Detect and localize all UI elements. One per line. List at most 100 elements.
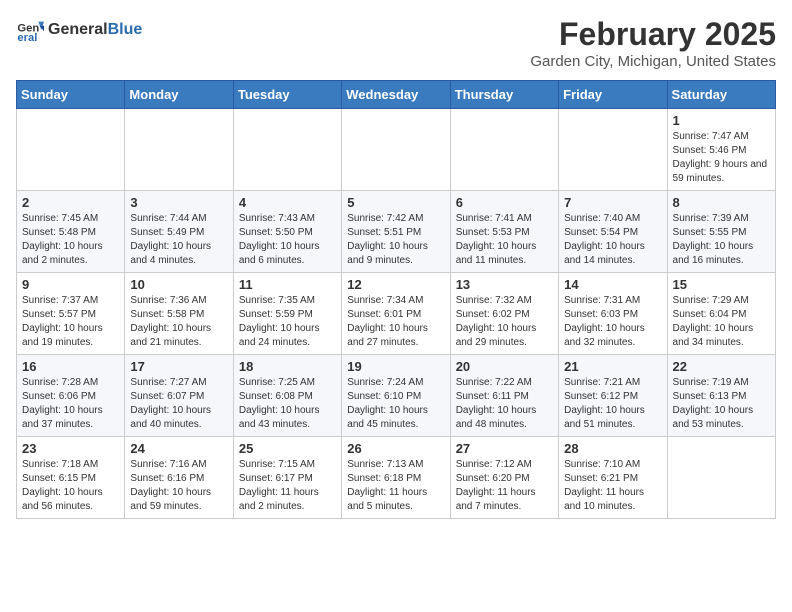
day-number: 17 bbox=[130, 359, 227, 374]
calendar-week-0: 1 Sunrise: 7:47 AM Sunset: 5:46 PM Daylig… bbox=[17, 109, 776, 191]
day-number: 8 bbox=[673, 195, 770, 210]
day-info: Sunrise: 7:41 AM Sunset: 5:53 PM Dayligh… bbox=[456, 212, 553, 268]
calendar-day-22: 22 Sunrise: 7:19 AM Sunset: 6:13 PM Dayli… bbox=[667, 355, 775, 437]
weekday-header-saturday: Saturday bbox=[667, 81, 775, 109]
calendar-week-3: 16Sunrise: 7:28 AM Sunset: 6:06 PM Dayli… bbox=[17, 355, 776, 437]
day-info: Sunrise: 7:10 AM Sunset: 6:21 PM Dayligh… bbox=[564, 458, 661, 514]
calendar-week-4: 23Sunrise: 7:18 AM Sunset: 6:15 PM Dayli… bbox=[17, 437, 776, 519]
day-info: Sunrise: 7:28 AM Sunset: 6:06 PM Dayligh… bbox=[22, 376, 119, 432]
calendar-day-8: 8 Sunrise: 7:39 AM Sunset: 5:55 PM Daylig… bbox=[667, 191, 775, 273]
calendar-day-21: 21 Sunrise: 7:21 AM Sunset: 6:12 PM Dayli… bbox=[559, 355, 667, 437]
day-info: Sunrise: 7:35 AM Sunset: 5:59 PM Dayligh… bbox=[239, 294, 336, 350]
calendar-day-3: 3 Sunrise: 7:44 AM Sunset: 5:49 PM Daylig… bbox=[125, 191, 233, 273]
day-number: 25 bbox=[239, 441, 336, 456]
day-number: 28 bbox=[564, 441, 661, 456]
day-number: 1 bbox=[673, 113, 770, 128]
calendar-day-5: 5 Sunrise: 7:42 AM Sunset: 5:51 PM Daylig… bbox=[342, 191, 450, 273]
calendar-empty-cell bbox=[233, 109, 341, 191]
day-number: 12 bbox=[347, 277, 444, 292]
day-info: Sunrise: 7:29 AM Sunset: 6:04 PM Dayligh… bbox=[673, 294, 770, 350]
day-info: Sunrise: 7:42 AM Sunset: 5:51 PM Dayligh… bbox=[347, 212, 444, 268]
day-info: Sunrise: 7:37 AM Sunset: 5:57 PM Dayligh… bbox=[22, 294, 119, 350]
day-number: 19 bbox=[347, 359, 444, 374]
weekday-header-friday: Friday bbox=[559, 81, 667, 109]
calendar-day-4: 4 Sunrise: 7:43 AM Sunset: 5:50 PM Daylig… bbox=[233, 191, 341, 273]
day-number: 26 bbox=[347, 441, 444, 456]
day-number: 5 bbox=[347, 195, 444, 210]
calendar-day-23: 23Sunrise: 7:18 AM Sunset: 6:15 PM Dayli… bbox=[17, 437, 125, 519]
day-number: 11 bbox=[239, 277, 336, 292]
day-number: 18 bbox=[239, 359, 336, 374]
weekday-header-wednesday: Wednesday bbox=[342, 81, 450, 109]
day-number: 10 bbox=[130, 277, 227, 292]
calendar-day-19: 19 Sunrise: 7:24 AM Sunset: 6:10 PM Dayli… bbox=[342, 355, 450, 437]
day-info: Sunrise: 7:13 AM Sunset: 6:18 PM Dayligh… bbox=[347, 458, 444, 514]
day-info: Sunrise: 7:36 AM Sunset: 5:58 PM Dayligh… bbox=[130, 294, 227, 350]
day-info: Sunrise: 7:40 AM Sunset: 5:54 PM Dayligh… bbox=[564, 212, 661, 268]
day-number: 21 bbox=[564, 359, 661, 374]
page-header: Gen eral GeneralBlue February 2025 Garde… bbox=[16, 16, 776, 70]
calendar-day-20: 20 Sunrise: 7:22 AM Sunset: 6:11 PM Dayli… bbox=[450, 355, 558, 437]
day-info: Sunrise: 7:21 AM Sunset: 6:12 PM Dayligh… bbox=[564, 376, 661, 432]
day-info: Sunrise: 7:24 AM Sunset: 6:10 PM Dayligh… bbox=[347, 376, 444, 432]
calendar-header-row: SundayMondayTuesdayWednesdayThursdayFrid… bbox=[17, 81, 776, 109]
day-info: Sunrise: 7:27 AM Sunset: 6:07 PM Dayligh… bbox=[130, 376, 227, 432]
month-title: February 2025 bbox=[530, 16, 776, 53]
day-info: Sunrise: 7:12 AM Sunset: 6:20 PM Dayligh… bbox=[456, 458, 553, 514]
day-info: Sunrise: 7:15 AM Sunset: 6:17 PM Dayligh… bbox=[239, 458, 336, 514]
day-info: Sunrise: 7:22 AM Sunset: 6:11 PM Dayligh… bbox=[456, 376, 553, 432]
day-number: 14 bbox=[564, 277, 661, 292]
day-number: 7 bbox=[564, 195, 661, 210]
calendar-day-13: 13 Sunrise: 7:32 AM Sunset: 6:02 PM Dayli… bbox=[450, 273, 558, 355]
calendar-day-9: 9 Sunrise: 7:37 AM Sunset: 5:57 PM Daylig… bbox=[17, 273, 125, 355]
day-info: Sunrise: 7:25 AM Sunset: 6:08 PM Dayligh… bbox=[239, 376, 336, 432]
calendar-empty-cell bbox=[450, 109, 558, 191]
calendar-day-11: 11 Sunrise: 7:35 AM Sunset: 5:59 PM Dayli… bbox=[233, 273, 341, 355]
calendar-empty-cell bbox=[17, 109, 125, 191]
day-info: Sunrise: 7:45 AM Sunset: 5:48 PM Dayligh… bbox=[22, 212, 119, 268]
location-subtitle: Garden City, Michigan, United States bbox=[530, 53, 776, 70]
day-number: 27 bbox=[456, 441, 553, 456]
calendar-day-2: 2 Sunrise: 7:45 AM Sunset: 5:48 PM Daylig… bbox=[17, 191, 125, 273]
day-number: 4 bbox=[239, 195, 336, 210]
day-number: 3 bbox=[130, 195, 227, 210]
calendar-day-7: 7 Sunrise: 7:40 AM Sunset: 5:54 PM Daylig… bbox=[559, 191, 667, 273]
day-info: Sunrise: 7:16 AM Sunset: 6:16 PM Dayligh… bbox=[130, 458, 227, 514]
calendar-day-18: 18 Sunrise: 7:25 AM Sunset: 6:08 PM Dayli… bbox=[233, 355, 341, 437]
day-number: 13 bbox=[456, 277, 553, 292]
day-number: 2 bbox=[22, 195, 119, 210]
calendar-day-14: 14 Sunrise: 7:31 AM Sunset: 6:03 PM Dayli… bbox=[559, 273, 667, 355]
calendar-empty-cell bbox=[342, 109, 450, 191]
weekday-header-monday: Monday bbox=[125, 81, 233, 109]
logo-text-general: General bbox=[48, 21, 108, 38]
day-number: 22 bbox=[673, 359, 770, 374]
calendar-week-2: 9 Sunrise: 7:37 AM Sunset: 5:57 PM Daylig… bbox=[17, 273, 776, 355]
logo-icon: Gen eral bbox=[16, 16, 44, 44]
calendar-day-26: 26 Sunrise: 7:13 AM Sunset: 6:18 PM Dayli… bbox=[342, 437, 450, 519]
day-info: Sunrise: 7:32 AM Sunset: 6:02 PM Dayligh… bbox=[456, 294, 553, 350]
weekday-header-tuesday: Tuesday bbox=[233, 81, 341, 109]
weekday-header-sunday: Sunday bbox=[17, 81, 125, 109]
day-number: 20 bbox=[456, 359, 553, 374]
day-info: Sunrise: 7:43 AM Sunset: 5:50 PM Dayligh… bbox=[239, 212, 336, 268]
day-info: Sunrise: 7:19 AM Sunset: 6:13 PM Dayligh… bbox=[673, 376, 770, 432]
day-info: Sunrise: 7:31 AM Sunset: 6:03 PM Dayligh… bbox=[564, 294, 661, 350]
weekday-header-thursday: Thursday bbox=[450, 81, 558, 109]
day-number: 9 bbox=[22, 277, 119, 292]
calendar-day-25: 25 Sunrise: 7:15 AM Sunset: 6:17 PM Dayli… bbox=[233, 437, 341, 519]
calendar-day-27: 27 Sunrise: 7:12 AM Sunset: 6:20 PM Dayli… bbox=[450, 437, 558, 519]
day-number: 15 bbox=[673, 277, 770, 292]
svg-text:eral: eral bbox=[17, 32, 37, 44]
calendar-day-15: 15 Sunrise: 7:29 AM Sunset: 6:04 PM Dayli… bbox=[667, 273, 775, 355]
calendar-day-6: 6Sunrise: 7:41 AM Sunset: 5:53 PM Daylig… bbox=[450, 191, 558, 273]
day-info: Sunrise: 7:44 AM Sunset: 5:49 PM Dayligh… bbox=[130, 212, 227, 268]
day-number: 24 bbox=[130, 441, 227, 456]
title-block: February 2025 Garden City, Michigan, Uni… bbox=[530, 16, 776, 70]
calendar-empty-cell bbox=[667, 437, 775, 519]
calendar-day-16: 16Sunrise: 7:28 AM Sunset: 6:06 PM Dayli… bbox=[17, 355, 125, 437]
logo: Gen eral GeneralBlue bbox=[16, 16, 142, 44]
day-info: Sunrise: 7:47 AM Sunset: 5:46 PM Dayligh… bbox=[673, 130, 770, 186]
calendar-week-1: 2 Sunrise: 7:45 AM Sunset: 5:48 PM Daylig… bbox=[17, 191, 776, 273]
calendar-day-12: 12Sunrise: 7:34 AM Sunset: 6:01 PM Dayli… bbox=[342, 273, 450, 355]
day-info: Sunrise: 7:39 AM Sunset: 5:55 PM Dayligh… bbox=[673, 212, 770, 268]
